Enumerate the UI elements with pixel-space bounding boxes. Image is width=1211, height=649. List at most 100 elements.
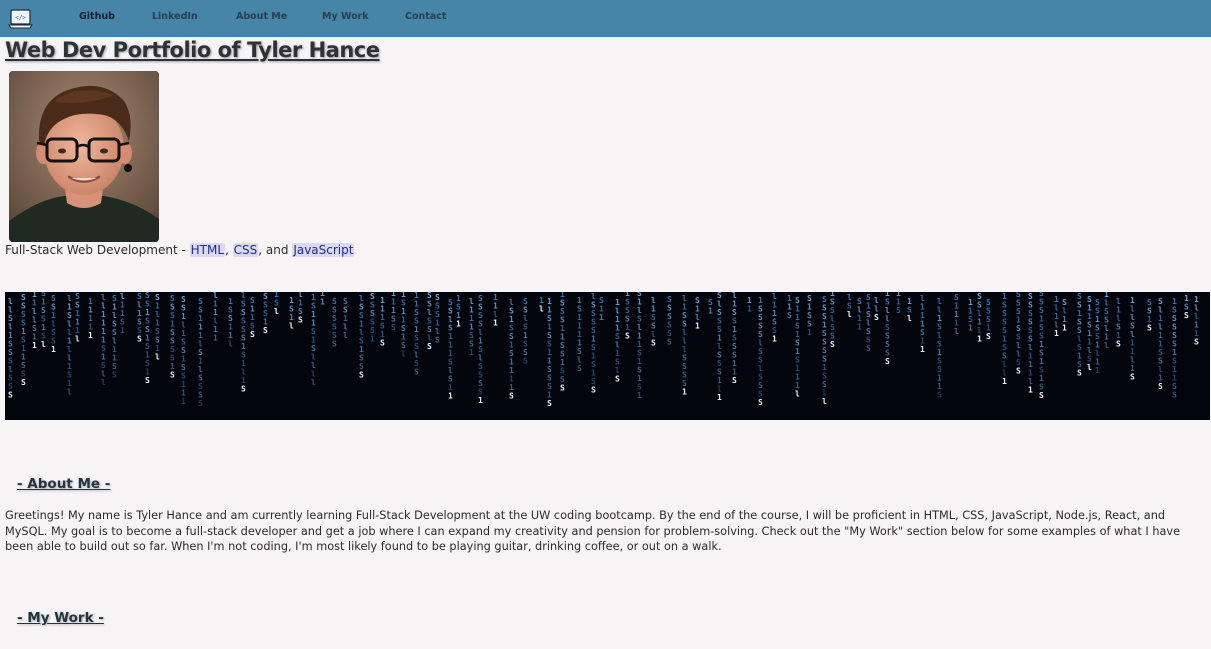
code-glyph: 1 — [637, 391, 642, 400]
code-glyph: S — [1172, 391, 1177, 400]
code-glyph: l — [1087, 363, 1092, 372]
code-glyph: S — [1194, 338, 1199, 347]
code-glyph: S — [1116, 340, 1121, 349]
profile-photo — [9, 71, 159, 242]
code-glyph: 1 — [448, 392, 453, 401]
code-glyph: 1 — [51, 345, 56, 354]
code-glyph: S — [1158, 382, 1163, 391]
page-title: Web Dev Portfolio of Tyler Hance — [5, 38, 380, 62]
navbar: </> Github LinkedIn About Me My Work Con… — [0, 0, 1211, 37]
code-glyph: 1 — [695, 322, 700, 331]
code-glyph: S — [509, 392, 514, 401]
code-glyph: S — [332, 340, 337, 349]
code-glyph: S — [198, 399, 203, 408]
code-glyph: S — [547, 399, 552, 408]
code-glyph: 1 — [977, 335, 982, 344]
code-glyph: S — [1039, 391, 1044, 400]
code-glyph: l — [847, 310, 852, 319]
code-glyph: S — [560, 384, 565, 393]
code-glyph: l — [41, 340, 46, 349]
code-glyph: 1 — [599, 313, 604, 322]
code-glyph: l — [343, 331, 348, 340]
code-glyph: l — [822, 397, 827, 406]
code-glyph: S — [1016, 367, 1021, 376]
code-glyph: 1 — [1095, 366, 1100, 375]
code-glyph: 1 — [857, 323, 862, 332]
code-glyph: 1 — [1028, 386, 1033, 395]
code-glyph: 1 — [478, 396, 483, 405]
code-glyph: 1 — [920, 345, 925, 354]
code-glyph: 1 — [469, 348, 474, 357]
code-glyph: 1 — [320, 298, 325, 307]
about-me-heading: - About Me - — [17, 476, 111, 492]
code-glyph: l — [274, 307, 279, 316]
code-glyph: 1 — [370, 335, 375, 344]
code-glyph: S — [732, 376, 737, 385]
my-work-heading: - My Work - — [17, 610, 104, 626]
code-glyph: l — [101, 378, 106, 387]
code-glyph: S — [625, 332, 630, 341]
tagline-separator: , — [225, 243, 233, 257]
code-glyph: l — [539, 305, 544, 314]
code-glyph: S — [615, 375, 620, 384]
nav-link-github[interactable]: Github — [79, 11, 115, 22]
nav-link-contact[interactable]: Contact — [405, 11, 446, 22]
code-glyph: l — [795, 390, 800, 399]
code-glyph: S — [435, 336, 440, 345]
code-glyph: S — [1077, 369, 1082, 378]
code-glyph: S — [298, 316, 303, 325]
skill-link-css[interactable]: CSS — [232, 243, 259, 257]
code-glyph: S — [359, 371, 364, 380]
code-glyph: S — [112, 371, 117, 380]
code-glyph: S — [523, 357, 528, 366]
skill-link-html[interactable]: HTML — [189, 243, 226, 257]
code-glyph: S — [250, 330, 255, 339]
code-glyph: 1 — [456, 320, 461, 329]
skill-link-javascript[interactable]: JavaScript — [292, 243, 355, 257]
code-glyph: S — [241, 385, 246, 394]
code-glyph: S — [427, 342, 432, 351]
code-glyph: l — [67, 388, 72, 397]
code-glyph: 1 — [1002, 377, 1007, 386]
code-glyph: 1 — [181, 397, 186, 406]
nav-link-linkedin[interactable]: LinkedIn — [152, 11, 198, 22]
code-glyph: l — [1104, 341, 1109, 350]
code-laptop-icon[interactable]: </> — [8, 8, 33, 30]
code-glyph: l — [954, 327, 959, 336]
code-glyph: S — [391, 323, 396, 332]
tagline: Full-Stack Web Development - HTML, CSS, … — [5, 243, 355, 257]
tagline-prefix: Full-Stack Web Development - — [5, 243, 190, 257]
code-glyph: l — [289, 322, 294, 331]
code-glyph: 1 — [708, 307, 713, 316]
nav-link-my-work[interactable]: My Work — [322, 11, 369, 22]
code-glyph: S — [937, 391, 942, 400]
matrix-code-rain-banner: llSl1SSSlSSSSSSS1S11SSS11llS11S1SS1SlSS1… — [5, 292, 1210, 420]
code-glyph: l — [155, 353, 160, 362]
code-glyph: 1 — [1062, 324, 1067, 333]
code-glyph: 1 — [807, 328, 812, 337]
code-glyph: S — [986, 332, 991, 341]
code-glyph: S — [830, 340, 835, 349]
code-glyph: S — [170, 371, 175, 380]
code-glyph: S — [896, 306, 901, 315]
code-glyph: S — [1130, 373, 1135, 382]
code-glyph: S — [874, 313, 879, 322]
code-glyph: 1 — [493, 319, 498, 328]
code-glyph: S — [866, 344, 871, 353]
nav-link-about-me[interactable]: About Me — [236, 11, 287, 22]
code-glyph: S — [414, 368, 419, 377]
code-glyph: S — [8, 391, 13, 400]
code-glyph: 1 — [1054, 329, 1059, 338]
code-glyph: l — [228, 340, 233, 349]
code-glyph: S — [667, 338, 672, 347]
about-me-text: Greetings! My name is Tyler Hance and am… — [5, 509, 1181, 553]
code-glyph: S — [145, 376, 150, 385]
code-glyph: S — [263, 326, 268, 335]
code-glyph: S — [21, 378, 26, 387]
code-glyph: S — [651, 339, 656, 348]
code-glyph: S — [380, 339, 385, 348]
code-glyph: S — [787, 311, 792, 320]
code-glyph: l — [907, 314, 912, 323]
code-glyph: S — [885, 357, 890, 366]
code-glyph: S — [1184, 311, 1189, 320]
